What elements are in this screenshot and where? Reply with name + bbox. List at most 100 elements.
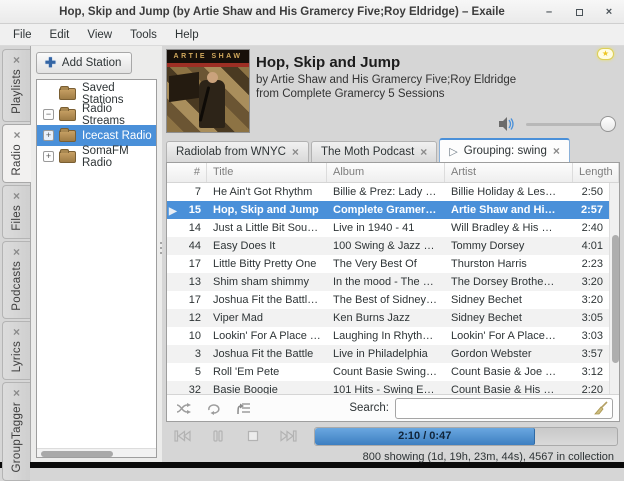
playlist-tab-label: The Moth Podcast bbox=[321, 146, 414, 158]
sidebar-tab-label: Lyrics bbox=[11, 341, 23, 372]
playlist-tab[interactable]: ▷ The Moth Podcast × bbox=[311, 141, 437, 162]
sidebar-tab[interactable]: × Podcasts bbox=[2, 241, 30, 319]
sidebar-tab[interactable]: × Radio bbox=[2, 124, 31, 184]
column-header-album[interactable]: Album bbox=[327, 163, 445, 182]
column-header-length[interactable]: Length bbox=[573, 163, 619, 182]
sidebar-tab[interactable]: × GroupTagger bbox=[2, 382, 30, 480]
table-row[interactable]: ▶ 3 Joshua Fit the Battle Live in Philad… bbox=[167, 345, 609, 363]
stop-button[interactable] bbox=[242, 427, 264, 445]
next-button[interactable] bbox=[277, 427, 299, 445]
table-row[interactable]: ▶ 32 Basie Boogie 101 Hits - Swing Essen… bbox=[167, 381, 609, 394]
folder-icon bbox=[59, 109, 76, 121]
cell-tracknum: 10 bbox=[189, 330, 201, 342]
table-row[interactable]: ▶ 14 Just a Little Bit South of … Live i… bbox=[167, 219, 609, 237]
column-header-num[interactable]: # bbox=[167, 163, 207, 182]
cell-album: Live in Philadelphia bbox=[327, 348, 445, 360]
titlebar[interactable]: Hop, Skip and Jump (by Artie Shaw and Hi… bbox=[0, 0, 624, 24]
cell-artist: Gordon Webster bbox=[445, 348, 563, 360]
tree-item[interactable]: Saved Stations bbox=[37, 83, 156, 104]
table-row[interactable]: ▶ 17 Little Bitty Pretty One The Very Be… bbox=[167, 255, 609, 273]
cell-length: 3:57 bbox=[563, 348, 609, 360]
track-album-line: from Complete Gramercy 5 Sessions bbox=[256, 88, 516, 100]
close-icon[interactable]: × bbox=[13, 130, 20, 140]
table-row[interactable]: ▶ 5 Roll 'Em Pete Count Basie Swings, Jo… bbox=[167, 363, 609, 381]
dynamic-button[interactable] bbox=[233, 399, 255, 417]
volume-slider-thumb[interactable] bbox=[600, 116, 616, 132]
minimize-icon[interactable]: – bbox=[542, 5, 556, 19]
pause-button[interactable] bbox=[207, 427, 229, 445]
menu-item[interactable]: View bbox=[78, 26, 121, 44]
table-row[interactable]: ▶ 7 He Ain't Got Rhythm Billie & Prez: L… bbox=[167, 183, 609, 201]
table-row[interactable]: ▶ 44 Easy Does It 100 Swing & Jazz Class… bbox=[167, 237, 609, 255]
search-input[interactable] bbox=[395, 398, 613, 419]
scrollbar-thumb[interactable] bbox=[41, 451, 113, 457]
close-window-icon[interactable]: × bbox=[602, 5, 616, 19]
playlist-tab[interactable]: ▷ Grouping: swing × bbox=[439, 138, 570, 162]
shuffle-button[interactable] bbox=[173, 399, 195, 417]
menu-item[interactable]: Help bbox=[166, 26, 208, 44]
tracklist-vertical-scrollbar[interactable] bbox=[609, 183, 619, 394]
maximize-icon[interactable] bbox=[572, 5, 586, 19]
repeat-button[interactable] bbox=[203, 399, 225, 417]
volume-icon[interactable] bbox=[498, 116, 518, 132]
stations-tree: Saved Stations − Radio Streams bbox=[36, 79, 157, 458]
expander-icon[interactable]: + bbox=[43, 151, 54, 162]
playlist-tab[interactable]: ▷ Radiolab from WNYC × bbox=[166, 141, 309, 162]
search-clear-broom-icon[interactable] bbox=[594, 401, 609, 416]
cell-artist: The Dorsey Brothers Orch… bbox=[445, 276, 563, 288]
table-row[interactable]: ▶ 10 Lookin' For A Place To Park Laughin… bbox=[167, 327, 609, 345]
table-row[interactable]: ▶ 12 Viper Mad Ken Burns Jazz Sidney Bec… bbox=[167, 309, 609, 327]
table-row[interactable]: ▶ 15 Hop, Skip and Jump Complete Gramerc… bbox=[167, 201, 609, 219]
tree-horizontal-scrollbar[interactable] bbox=[37, 448, 156, 457]
cell-length: 3:20 bbox=[563, 276, 609, 288]
menu-item[interactable]: Edit bbox=[41, 26, 79, 44]
sidebar-tab[interactable]: × Lyrics bbox=[2, 321, 30, 380]
sidebar-tab[interactable]: × Files bbox=[2, 185, 30, 239]
playlist-tab-label: Grouping: swing bbox=[464, 145, 547, 157]
window-title: Hop, Skip and Jump (by Artie Shaw and Hi… bbox=[0, 6, 624, 18]
tree-item[interactable]: + SomaFM Radio bbox=[37, 146, 156, 167]
track-list: ▶ 7 He Ain't Got Rhythm Billie & Prez: L… bbox=[167, 183, 609, 394]
previous-button[interactable] bbox=[172, 427, 194, 445]
cell-artist: Lookin' For A Place To Park bbox=[445, 330, 563, 342]
close-icon[interactable]: × bbox=[553, 144, 560, 158]
cell-tracknum: 17 bbox=[189, 258, 201, 270]
playing-tab-icon: ▷ bbox=[449, 145, 457, 158]
close-icon[interactable]: × bbox=[13, 191, 20, 201]
close-icon[interactable]: × bbox=[420, 145, 427, 159]
close-icon[interactable]: × bbox=[292, 145, 299, 159]
menu-item[interactable]: Tools bbox=[121, 26, 166, 44]
menubar: File Edit View Tools Help bbox=[0, 24, 624, 46]
time-display: 2:10 / 0:47 bbox=[398, 430, 451, 442]
tree-item[interactable]: − Radio Streams bbox=[37, 104, 156, 125]
close-icon[interactable]: × bbox=[13, 388, 20, 398]
cell-tracknum: 12 bbox=[189, 312, 201, 324]
column-header-artist[interactable]: Artist bbox=[445, 163, 573, 182]
close-icon[interactable]: × bbox=[13, 247, 20, 257]
volume-control bbox=[498, 116, 614, 132]
pane-splitter-handle[interactable] bbox=[159, 242, 163, 254]
column-header-title[interactable]: Title bbox=[207, 163, 327, 182]
sidebar-tab[interactable]: × Playlists bbox=[2, 49, 30, 122]
scrollbar-thumb[interactable] bbox=[612, 235, 619, 363]
sidebar-tab-label: Playlists bbox=[11, 69, 23, 114]
expander-icon[interactable]: + bbox=[43, 130, 54, 141]
cell-artist: Will Bradley & His Orchestra bbox=[445, 222, 563, 234]
close-icon[interactable]: × bbox=[13, 327, 20, 337]
table-row[interactable]: ▶ 17 Joshua Fit the Battle of J… The Bes… bbox=[167, 291, 609, 309]
cell-album: Ken Burns Jazz bbox=[327, 312, 445, 324]
tree-item[interactable]: + Icecast Radio bbox=[37, 125, 156, 146]
menu-item[interactable]: File bbox=[4, 26, 41, 44]
close-icon[interactable]: × bbox=[13, 55, 20, 65]
window-controls: – × bbox=[542, 0, 616, 24]
volume-slider[interactable] bbox=[526, 123, 614, 126]
cell-title: Joshua Fit the Battle of J… bbox=[207, 294, 327, 306]
add-station-button[interactable]: ✚ Add Station bbox=[36, 52, 132, 74]
table-row[interactable]: ▶ 13 Shim sham shimmy In the mood - The … bbox=[167, 273, 609, 291]
cell-title: Hop, Skip and Jump bbox=[207, 204, 327, 216]
cell-tracknum: 15 bbox=[189, 204, 201, 216]
expander-icon[interactable]: − bbox=[43, 109, 54, 120]
seek-progress-bar[interactable]: 2:10 / 0:47 bbox=[314, 427, 618, 446]
star-badge-icon[interactable]: ★ bbox=[597, 48, 614, 60]
album-art[interactable]: ARTIE SHAW bbox=[166, 49, 250, 133]
